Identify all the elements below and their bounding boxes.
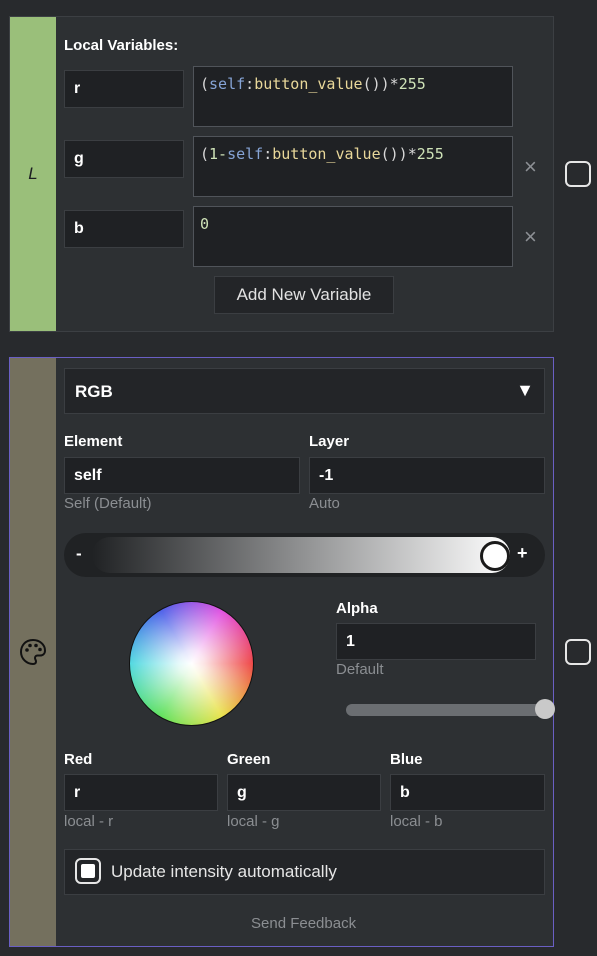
var-name-b[interactable]: b — [64, 210, 184, 248]
chevron-down-icon: ▼ — [516, 380, 534, 400]
intensity-plus-button[interactable]: + — [517, 543, 528, 564]
remove-var-g-close-icon[interactable]: × — [524, 156, 537, 178]
local-variables-block: L Local Variables: r (self:button_value(… — [9, 16, 554, 332]
red-label: Red — [64, 751, 93, 768]
intensity-track[interactable] — [92, 537, 510, 573]
green-input[interactable]: g — [227, 774, 381, 811]
intensity-handle[interactable] — [480, 541, 510, 571]
add-new-variable-button[interactable]: Add New Variable — [214, 276, 394, 314]
blue-hint: local - b — [390, 813, 443, 830]
element-hint: Self (Default) — [64, 495, 152, 512]
rgb-color-block: RGB ▼ Element self Self (Default) Layer … — [9, 357, 555, 947]
blue-input[interactable]: b — [390, 774, 545, 811]
alpha-label: Alpha — [336, 600, 378, 617]
alpha-slider[interactable] — [346, 704, 546, 716]
local-variables-title: Local Variables: — [64, 37, 179, 54]
layer-input[interactable]: -1 — [309, 457, 545, 494]
layer-hint: Auto — [309, 495, 340, 512]
element-label: Element — [64, 433, 123, 450]
auto-intensity-checkbox[interactable] — [75, 858, 101, 884]
checkbox-check-mark — [81, 864, 95, 878]
auto-intensity-toggle[interactable]: Update intensity automatically — [64, 849, 545, 895]
intensity-minus-button[interactable]: - — [76, 544, 82, 564]
green-label: Green — [227, 751, 271, 768]
color-block-select-checkbox[interactable] — [565, 639, 591, 665]
green-hint: local - g — [227, 813, 280, 830]
var-name-r[interactable]: r — [64, 70, 184, 108]
alpha-slider-handle[interactable] — [535, 699, 555, 719]
var-expr-b[interactable]: 0 — [193, 206, 513, 267]
send-feedback-link[interactable]: Send Feedback — [251, 915, 356, 932]
element-input[interactable]: self — [64, 457, 300, 494]
local-block-letter: L — [28, 164, 38, 183]
var-expr-g[interactable]: (1-self:button_value())*255 — [193, 136, 513, 197]
blue-label: Blue — [390, 751, 423, 768]
var-expr-r[interactable]: (self:button_value())*255 — [193, 66, 513, 127]
local-block-select-checkbox[interactable] — [565, 161, 591, 187]
color-wheel[interactable] — [129, 601, 254, 726]
intensity-slider[interactable]: - + — [64, 533, 545, 577]
color-mode-value: RGB — [75, 382, 113, 401]
local-block-handle[interactable]: L — [10, 17, 56, 331]
remove-var-b-close-icon[interactable]: × — [524, 226, 537, 248]
var-name-g[interactable]: g — [64, 140, 184, 178]
alpha-input[interactable]: 1 — [336, 623, 536, 660]
alpha-hint: Default — [336, 661, 384, 678]
color-mode-select[interactable]: RGB ▼ — [64, 368, 545, 414]
red-hint: local - r — [64, 813, 114, 830]
color-block-handle[interactable] — [10, 358, 56, 946]
auto-intensity-label: Update intensity automatically — [111, 862, 337, 881]
layer-label: Layer — [309, 433, 350, 450]
red-input[interactable]: r — [64, 774, 218, 811]
palette-icon — [19, 638, 47, 666]
